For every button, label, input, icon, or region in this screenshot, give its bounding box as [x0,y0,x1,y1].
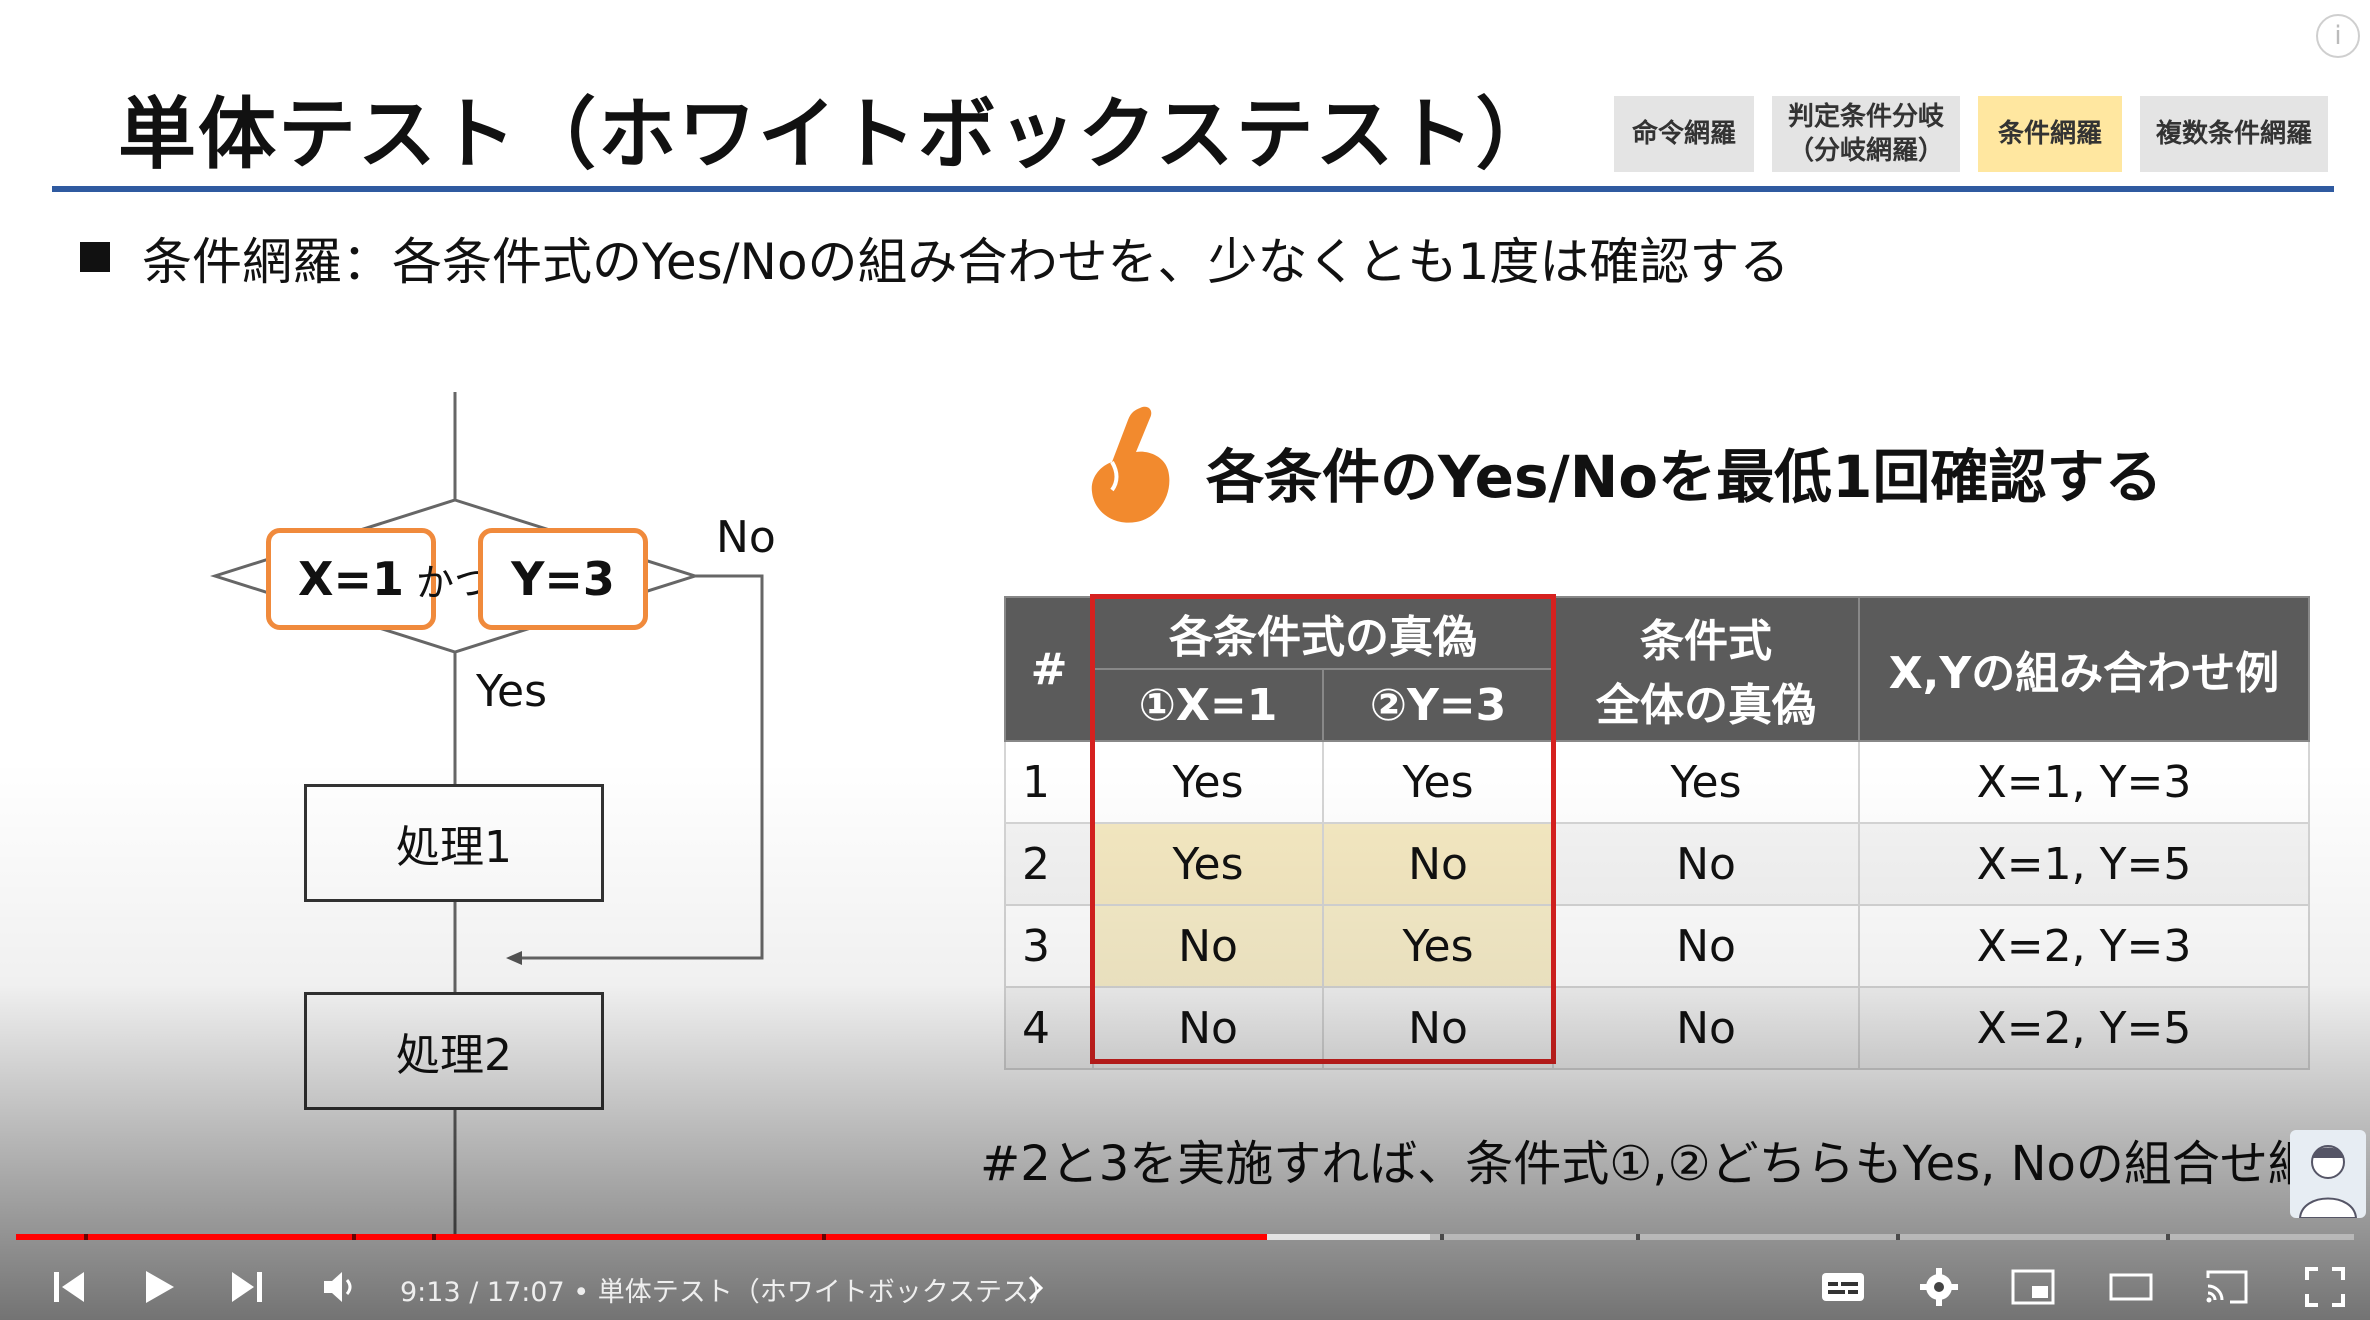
chapter-marker [352,1234,356,1240]
header-number: # [1004,596,1094,742]
flowchart-lines [210,392,764,1236]
process-2-box: 処理2 [304,992,604,1110]
cell-example: X=2, Y=3 [1858,904,2310,988]
condition-x-box: X=1 [266,528,436,630]
cell-overall: No [1552,822,1860,906]
coverage-note: #2と3を実施すれば、条件式①,②どちらもYes, Noの組合せ網羅 [980,1136,2364,1192]
settings-button[interactable] [1912,1262,1966,1312]
skip-next-icon [232,1272,262,1302]
fullscreen-button[interactable] [2298,1262,2352,1312]
progress-played [16,1234,1267,1240]
next-button[interactable] [222,1262,272,1312]
subtitles-icon [1822,1273,1864,1301]
chevron-right-icon [1028,1275,1044,1301]
condition-columns-highlight-frame [1090,594,1556,1064]
row-number: 3 [1004,904,1094,988]
callout-text: 各条件のYes/Noを最低1回確認する [1206,443,2163,511]
chapter-marker [1636,1234,1640,1240]
row-number: 1 [1004,740,1094,824]
tag-branch-coverage: 判定条件分岐 （分岐網羅） [1772,96,1960,172]
subtitles-button[interactable] [1816,1262,1870,1312]
chapter-chevron-button[interactable] [1018,1268,1054,1308]
cell-example: X=1, Y=3 [1858,740,2310,824]
no-branch-label: No [716,512,776,563]
volume-icon [324,1272,352,1302]
theater-mode-button[interactable] [2104,1262,2158,1312]
chapter-marker [822,1234,826,1240]
time-and-chapter-display[interactable]: 9:13 / 17:07 • 単体テスト（ホワイトボックステス） [400,1270,1056,1309]
play-button[interactable] [134,1262,184,1312]
chapter-marker [1440,1234,1444,1240]
tag-condition-coverage: 条件網羅 [1978,96,2122,172]
skip-previous-icon [54,1272,84,1302]
miniplayer-icon [2011,1269,2055,1305]
header-overall: 条件式 全体の真偽 [1552,596,1860,742]
gear-icon [1920,1268,1958,1306]
cell-example: X=2, Y=5 [1858,986,2310,1070]
row-number: 2 [1004,822,1094,906]
condition-y-box: Y=3 [478,528,648,630]
yes-branch-label: Yes [476,666,548,717]
row-number: 4 [1004,986,1094,1070]
chapter-marker [84,1234,88,1240]
fullscreen-icon [2305,1267,2345,1307]
chapter-marker [2166,1234,2170,1240]
previous-button[interactable] [44,1262,94,1312]
chapter-marker [1896,1234,1900,1240]
cell-overall: No [1552,986,1860,1070]
play-icon [146,1271,174,1303]
theater-mode-icon [2109,1273,2153,1301]
cell-overall: Yes [1552,740,1860,824]
cast-button[interactable] [2200,1262,2254,1312]
cell-overall: No [1552,904,1860,988]
chapter-marker [432,1234,436,1240]
process-1-box: 処理1 [304,784,604,902]
avatar-person-icon [2298,1145,2358,1219]
progress-bar[interactable] [16,1234,2354,1240]
cell-example: X=1, Y=5 [1858,822,2310,906]
tag-statement-coverage: 命令網羅 [1614,96,1754,172]
channel-avatar[interactable] [2290,1130,2366,1219]
mute-button[interactable] [314,1262,364,1312]
cast-icon [2206,1270,2248,1304]
pointing-hand-icon [1091,406,1170,523]
info-icon[interactable]: i [2316,14,2360,58]
header-example: X,Yの組み合わせ例 [1858,596,2310,742]
header-overall-line2: 全体の真偽 [1596,680,1816,731]
miniplayer-button[interactable] [2006,1262,2060,1312]
tag-multiple-condition-coverage: 複数条件網羅 [2140,96,2328,172]
header-overall-line1: 条件式 [1640,616,1772,667]
